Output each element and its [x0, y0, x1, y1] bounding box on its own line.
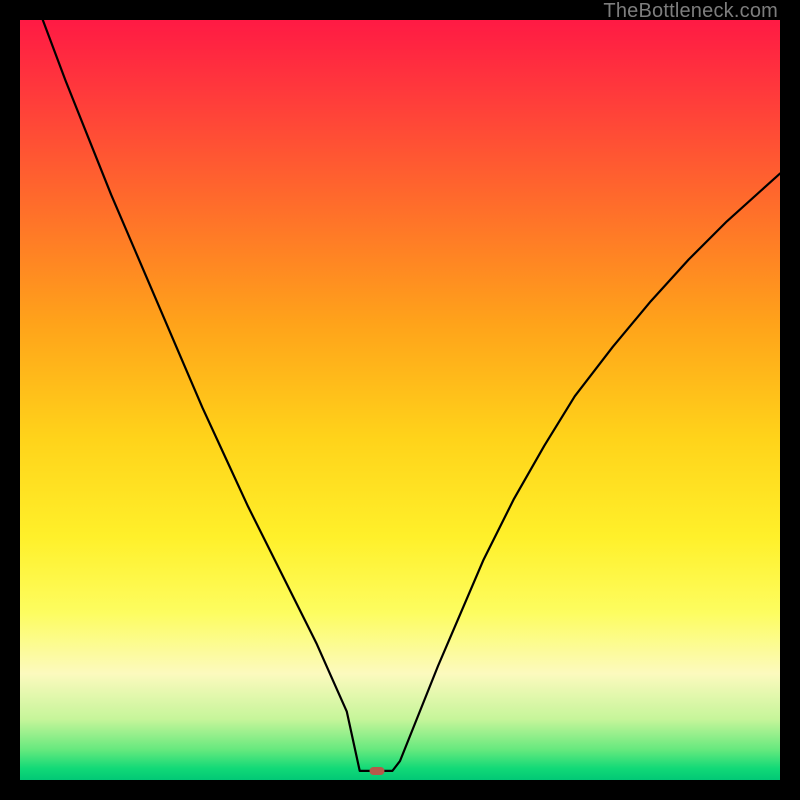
gradient-background: [20, 20, 780, 780]
chart-frame: [20, 20, 780, 780]
bottleneck-chart: [20, 20, 780, 780]
optimum-marker: [370, 767, 385, 775]
